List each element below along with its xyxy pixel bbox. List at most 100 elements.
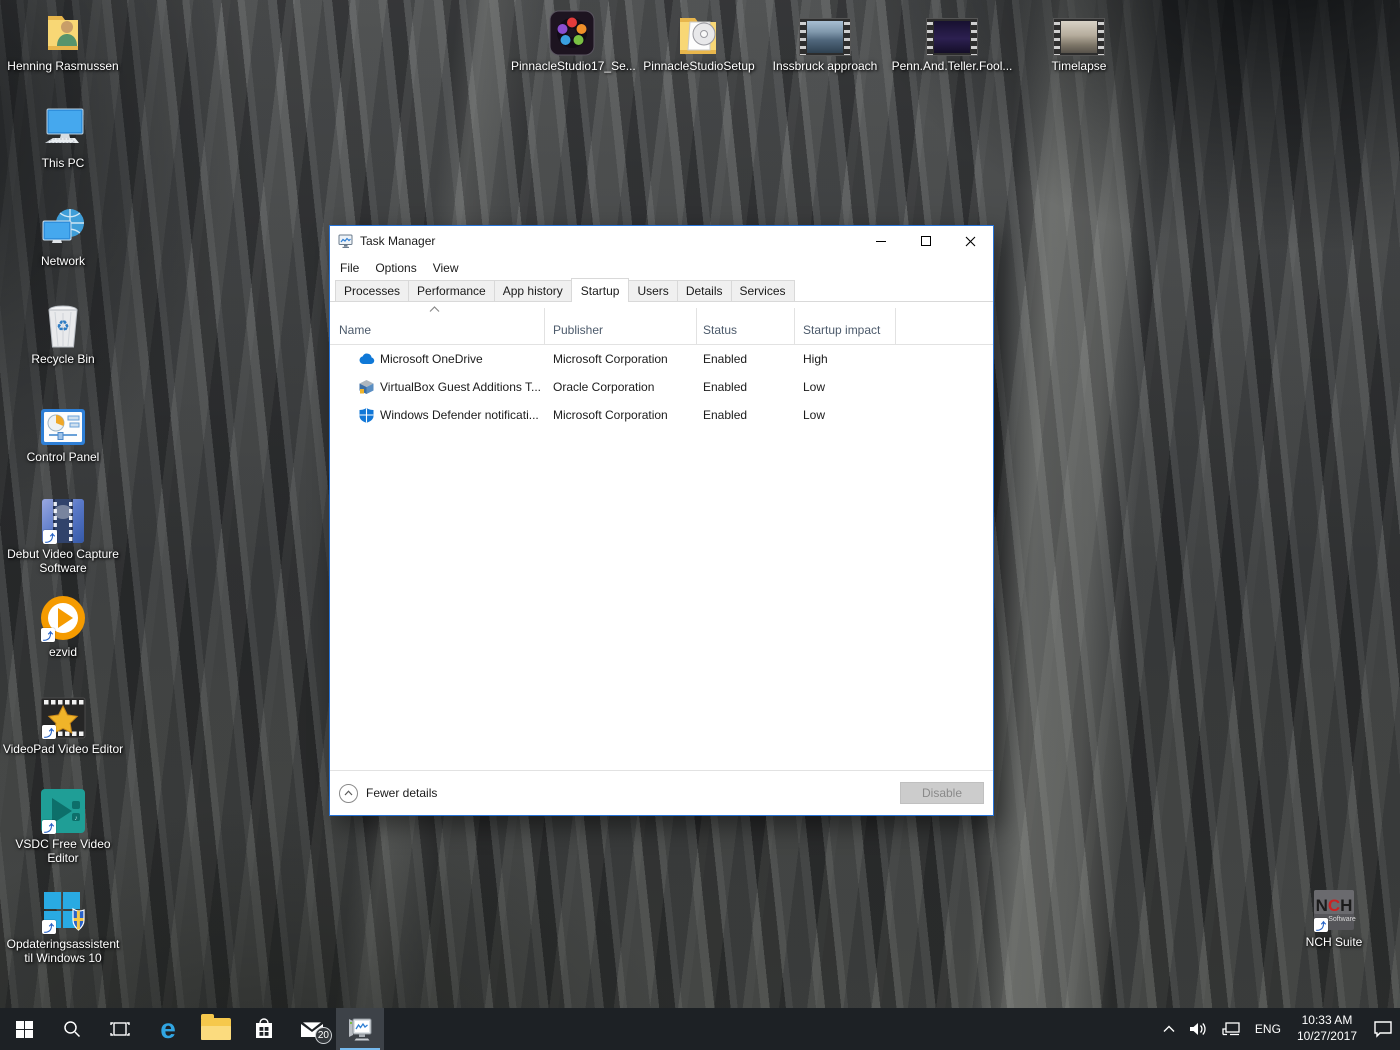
desktop-icon-label: This PC: [42, 156, 85, 170]
file-explorer-button[interactable]: [192, 1008, 240, 1050]
task-view-button[interactable]: [96, 1008, 144, 1050]
desktop-icon-henning-rasmussen[interactable]: Henning Rasmussen: [2, 8, 124, 73]
store-icon: [253, 1017, 275, 1041]
row-name: Windows Defender notificati...: [380, 401, 539, 429]
tab-details[interactable]: Details: [677, 280, 732, 301]
desktop-icon-label: Henning Rasmussen: [7, 59, 118, 73]
disable-button[interactable]: Disable: [900, 782, 984, 804]
search-button[interactable]: [48, 1008, 96, 1050]
fewer-details-label: Fewer details: [366, 786, 437, 800]
tab-processes[interactable]: Processes: [335, 280, 409, 301]
desktop-icon-inssbruck[interactable]: Inssbruck approach: [764, 8, 886, 73]
row-publisher: Oracle Corporation: [553, 373, 654, 401]
desktop-icon-nch-suite[interactable]: NCH Software ⤴ NCH Suite: [1273, 884, 1395, 949]
tray-expand-button[interactable]: [1156, 1008, 1182, 1050]
store-button[interactable]: [240, 1008, 288, 1050]
chevron-up-circle-icon: [339, 784, 358, 803]
desktop-icon-label: Timelapse: [1052, 59, 1107, 73]
desktop-icon-pinnacle17[interactable]: PinnacleStudio17_Se...: [511, 8, 633, 73]
desktop-icon-debut[interactable]: ⤴ Debut Video Capture Software: [2, 496, 124, 576]
menu-options[interactable]: Options: [367, 261, 424, 275]
defender-shield-icon: [358, 407, 375, 423]
close-icon: [965, 236, 976, 247]
shortcut-arrow-icon: ⤴: [43, 530, 57, 544]
action-center-button[interactable]: [1366, 1008, 1400, 1050]
ezvid-icon: ⤴: [39, 594, 87, 642]
desktop-icon-label: ezvid: [49, 645, 77, 659]
tab-services[interactable]: Services: [731, 280, 795, 301]
desktop-icon-timelapse[interactable]: Timelapse: [1018, 8, 1140, 73]
virtualbox-icon: [358, 379, 375, 395]
maximize-button[interactable]: [903, 226, 948, 256]
nch-suite-icon: NCH Software ⤴: [1312, 884, 1356, 932]
desktop-icon-label: Inssbruck approach: [773, 59, 878, 73]
this-pc-icon: [39, 105, 87, 153]
row-impact: Low: [803, 401, 825, 429]
taskbar: e 20: [0, 1008, 1400, 1050]
desktop-icon-label: NCH Suite: [1306, 935, 1363, 949]
task-manager-icon: [338, 234, 354, 249]
task-view-icon: [109, 1021, 131, 1037]
edge-icon: e: [160, 1015, 176, 1043]
row-name: VirtualBox Guest Additions T...: [380, 373, 541, 401]
mail-badge: 20: [315, 1027, 332, 1044]
desktop-icon-pinnacle-setup[interactable]: PinnacleStudioSetup: [638, 8, 760, 73]
table-row-virtualbox[interactable]: VirtualBox Guest Additions T... Oracle C…: [330, 373, 993, 401]
volume-button[interactable]: [1182, 1008, 1214, 1050]
shortcut-arrow-icon: ⤴: [42, 725, 56, 739]
title-bar[interactable]: Task Manager: [330, 226, 993, 256]
desktop-icon-videopad[interactable]: ⤴ VideoPad Video Editor: [2, 691, 124, 756]
video-file-icon: [799, 8, 851, 56]
action-center-icon: [1373, 1020, 1393, 1038]
folder-with-disc-icon: [676, 8, 722, 56]
minimize-button[interactable]: [858, 226, 903, 256]
row-status: Enabled: [703, 401, 747, 429]
desktop-icon-network[interactable]: Network: [2, 203, 124, 268]
column-separator[interactable]: [794, 308, 795, 344]
language-indicator[interactable]: ENG: [1248, 1008, 1288, 1050]
tab-users[interactable]: Users: [628, 280, 677, 301]
desktop-wallpaper: Henning Rasmussen This PC Network: [0, 0, 1400, 1050]
row-name: Microsoft OneDrive: [380, 345, 483, 373]
mail-button[interactable]: 20: [288, 1008, 336, 1050]
video-file-icon: [926, 8, 978, 56]
column-header-status[interactable]: Status: [703, 323, 737, 337]
row-publisher: Microsoft Corporation: [553, 401, 668, 429]
task-manager-taskbar-button[interactable]: [336, 1008, 384, 1050]
table-row-defender[interactable]: Windows Defender notificati... Microsoft…: [330, 401, 993, 429]
column-separator[interactable]: [696, 308, 697, 344]
fewer-details-toggle[interactable]: Fewer details: [339, 784, 437, 803]
column-separator[interactable]: [895, 308, 896, 344]
clock[interactable]: 10:33 AM 10/27/2017: [1288, 1008, 1366, 1050]
column-separator[interactable]: [544, 308, 545, 344]
chevron-up-icon: [1163, 1025, 1175, 1033]
desktop-icon-ezvid[interactable]: ⤴ ezvid: [2, 594, 124, 659]
onedrive-cloud-icon: [358, 351, 375, 367]
menu-view[interactable]: View: [425, 261, 467, 275]
desktop-icon-recycle-bin[interactable]: ♻ Recycle Bin: [2, 301, 124, 366]
column-header-name[interactable]: Name: [339, 323, 371, 337]
network-tray-button[interactable]: [1214, 1008, 1248, 1050]
vsdc-icon: ♪ ⤴: [40, 786, 86, 834]
desktop-icon-penn-teller[interactable]: Penn.And.Teller.Fool...: [891, 8, 1013, 73]
edge-button[interactable]: e: [144, 1008, 192, 1050]
desktop-icon-label: Recycle Bin: [31, 352, 94, 366]
tab-performance[interactable]: Performance: [408, 280, 495, 301]
network-icon: [1221, 1021, 1241, 1037]
start-button[interactable]: [0, 1008, 48, 1050]
desktop-icon-vsdc[interactable]: ♪ ⤴ VSDC Free Video Editor: [2, 786, 124, 866]
column-header-impact[interactable]: Startup impact: [803, 323, 880, 337]
tab-startup[interactable]: Startup: [571, 278, 630, 302]
desktop-icon-control-panel[interactable]: Control Panel: [2, 399, 124, 464]
column-header-publisher[interactable]: Publisher: [553, 323, 603, 337]
close-button[interactable]: [948, 226, 993, 256]
desktop-icon-update-assistant[interactable]: ⤴ Opdateringsassistent til Windows 10: [2, 886, 124, 966]
menu-file[interactable]: File: [332, 261, 367, 275]
desktop-icon-label: Network: [41, 254, 85, 268]
desktop-icon-this-pc[interactable]: This PC: [2, 105, 124, 170]
recycle-bin-icon: ♻: [45, 301, 81, 349]
svg-text:Software: Software: [1328, 916, 1356, 923]
task-manager-icon: [346, 1016, 374, 1042]
table-row-onedrive[interactable]: Microsoft OneDrive Microsoft Corporation…: [330, 345, 993, 373]
tab-app-history[interactable]: App history: [494, 280, 572, 301]
